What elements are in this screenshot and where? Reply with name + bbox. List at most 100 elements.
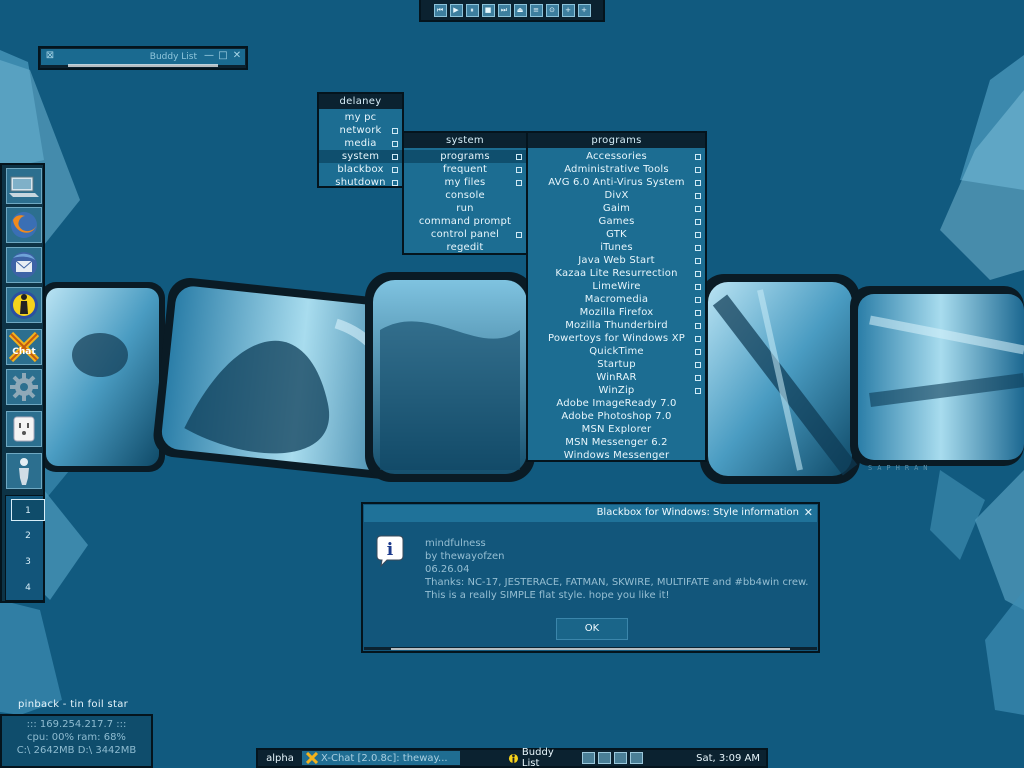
programs-menu-item-mozilla-thunderbird[interactable]: Mozilla Thunderbird — [528, 319, 705, 332]
dialog-line: 06.26.04 — [425, 564, 470, 575]
my-computer-icon[interactable] — [6, 168, 42, 204]
taskbar-item-buddy-list[interactable]: Buddy List — [460, 747, 578, 768]
dialog-resize-bar[interactable] — [391, 648, 790, 650]
submenu-arrow-icon — [695, 232, 701, 238]
desktop-4-button[interactable]: 4 — [11, 577, 45, 599]
system-menu-item-control-panel[interactable]: control panel — [404, 228, 526, 241]
stop-icon[interactable]: ■ — [481, 3, 495, 17]
dialog-title: Blackbox for Windows: Style information — [596, 507, 799, 518]
dialog-title-bar[interactable]: Blackbox for Windows: Style information … — [364, 505, 817, 522]
programs-menu-item-msn-explorer[interactable]: MSN Explorer — [528, 423, 705, 436]
programs-menu-item-kazaa-lite-resurrection[interactable]: Kazaa Lite Resurrection — [528, 267, 705, 280]
ok-button[interactable]: OK — [556, 618, 628, 640]
sound-tray-icon[interactable] — [598, 752, 611, 764]
playlist-icon[interactable]: ≡ — [529, 3, 543, 17]
programs-menu-item-avg-6-0-anti-virus-system[interactable]: AVG 6.0 Anti-Virus System — [528, 176, 705, 189]
settings-icon[interactable]: ⊙ — [545, 3, 559, 17]
programs-menu-item-gaim[interactable]: Gaim — [528, 202, 705, 215]
taskbar-item-xchat[interactable]: X-Chat [2.0.8c]: theway... — [302, 751, 460, 765]
xchat-icon[interactable]: Chat — [6, 329, 42, 365]
programs-menu-item-winzip[interactable]: WinZip — [528, 384, 705, 397]
root-menu-item-network[interactable]: network — [319, 124, 402, 137]
system-menu-title[interactable]: system — [404, 133, 526, 148]
play-icon[interactable]: ▶ — [449, 3, 463, 17]
system-menu-item-frequent[interactable]: frequent — [404, 163, 526, 176]
system-menu-item-label: my files — [444, 177, 486, 188]
pause-icon[interactable]: ⏸ — [465, 3, 479, 17]
programs-menu-item-mozilla-firefox[interactable]: Mozilla Firefox — [528, 306, 705, 319]
thunderbird-icon[interactable] — [6, 247, 42, 283]
programs-menu-item-itunes[interactable]: iTunes — [528, 241, 705, 254]
programs-menu-item-accessories[interactable]: Accessories — [528, 150, 705, 163]
volume-up-icon[interactable]: + — [561, 3, 575, 17]
programs-menu-item-macromedia[interactable]: Macromedia — [528, 293, 705, 306]
system-monitor: ::: 169.254.217.7 ::: cpu: 00% ram: 68% … — [0, 714, 153, 768]
programs-menu-item-adobe-photoshop-7-0[interactable]: Adobe Photoshop 7.0 — [528, 410, 705, 423]
figure-icon[interactable] — [6, 453, 42, 489]
root-menu-item-my-pc[interactable]: my pc — [319, 111, 402, 124]
programs-menu-item-label: QuickTime — [589, 346, 644, 357]
programs-menu-item-startup[interactable]: Startup — [528, 358, 705, 371]
programs-menu-item-label: Gaim — [602, 203, 631, 214]
programs-menu-item-administrative-tools[interactable]: Administrative Tools — [528, 163, 705, 176]
programs-menu-item-java-web-start[interactable]: Java Web Start — [528, 254, 705, 267]
root-menu-title[interactable]: delaney — [319, 94, 402, 109]
workspace-label[interactable]: alpha — [258, 753, 302, 764]
desktop-2-button[interactable]: 2 — [11, 525, 45, 547]
close-icon[interactable]: ✕ — [231, 50, 243, 62]
programs-menu-item-label: Macromedia — [584, 294, 649, 305]
minimize-icon[interactable]: — — [203, 50, 215, 62]
volume-down-icon[interactable]: + — [577, 3, 591, 17]
programs-menu-item-powertoys-for-windows-xp[interactable]: Powertoys for Windows XP — [528, 332, 705, 345]
root-menu: delaney my pc network media system blackbox s… — [317, 92, 404, 188]
programs-menu-title[interactable]: programs — [528, 133, 705, 148]
programs-menu-item-msn-messenger-6-2[interactable]: MSN Messenger 6.2 — [528, 436, 705, 449]
system-menu-item-label: run — [456, 203, 474, 214]
maximize-icon[interactable]: □ — [217, 50, 229, 62]
clock[interactable]: Sat, 3:09 AM — [696, 753, 760, 764]
close-icon[interactable]: ✕ — [804, 506, 813, 519]
submenu-arrow-icon — [695, 180, 701, 186]
system-menu-item-console[interactable]: console — [404, 189, 526, 202]
root-menu-item-blackbox[interactable]: blackbox — [319, 163, 402, 176]
root-menu-item-system[interactable]: system — [319, 150, 402, 163]
desktop-1-button[interactable]: 1 — [11, 499, 45, 521]
next-track-icon[interactable]: ⏭ — [497, 3, 511, 17]
submenu-arrow-icon — [695, 297, 701, 303]
programs-menu-item-label: WinZip — [598, 385, 635, 396]
system-menu-item-command-prompt[interactable]: command prompt — [404, 215, 526, 228]
programs-menu-item-quicktime[interactable]: QuickTime — [528, 345, 705, 358]
programs-menu-item-winrar[interactable]: WinRAR — [528, 371, 705, 384]
programs-menu-item-games[interactable]: Games — [528, 215, 705, 228]
programs-menu-item-label: Games — [598, 216, 635, 227]
pin-icon[interactable]: ⊠ — [44, 50, 56, 62]
gear-icon[interactable] — [6, 369, 42, 405]
programs-menu-item-gtk[interactable]: GTK — [528, 228, 705, 241]
programs-menu-item-label: Mozilla Thunderbird — [565, 320, 668, 331]
previous-track-icon[interactable]: ⏮ — [433, 3, 447, 17]
buddy-list-window[interactable]: ⊠ Buddy List — □ ✕ — [38, 46, 248, 70]
aim-tray-icon[interactable] — [630, 752, 643, 764]
aim-icon[interactable] — [6, 287, 42, 323]
power-outlet-icon[interactable] — [6, 411, 42, 447]
system-menu-item-my-files[interactable]: my files — [404, 176, 526, 189]
root-menu-item-media[interactable]: media — [319, 137, 402, 150]
system-menu-item-regedit[interactable]: regedit — [404, 241, 526, 254]
programs-menu-item-divx[interactable]: DivX — [528, 189, 705, 202]
eject-icon[interactable]: ⏏ — [513, 3, 527, 17]
root-menu-item-shutdown[interactable]: shutdown — [319, 176, 402, 189]
programs-menu-item-windows-messenger[interactable]: Windows Messenger — [528, 449, 705, 462]
programs-menu-item-adobe-imageready-7-0[interactable]: Adobe ImageReady 7.0 — [528, 397, 705, 410]
buddy-list-resize-bar[interactable] — [68, 64, 218, 67]
messenger-tray-icon[interactable] — [614, 752, 627, 764]
network-tray-icon[interactable] — [582, 752, 595, 764]
system-menu-item-run[interactable]: run — [404, 202, 526, 215]
submenu-arrow-icon — [392, 154, 398, 160]
submenu-arrow-icon — [695, 388, 701, 394]
buddy-list-title-bar[interactable]: ⊠ Buddy List — □ ✕ — [41, 49, 245, 65]
programs-menu-item-limewire[interactable]: LimeWire — [528, 280, 705, 293]
system-menu-item-programs[interactable]: programs — [404, 150, 526, 163]
submenu-arrow-icon — [516, 180, 522, 186]
firefox-icon[interactable] — [6, 207, 42, 243]
desktop-3-button[interactable]: 3 — [11, 551, 45, 573]
